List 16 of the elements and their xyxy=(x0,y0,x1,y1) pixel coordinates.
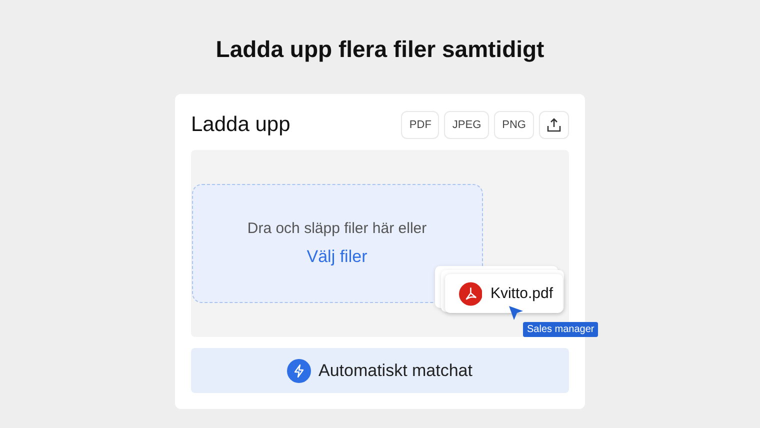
format-button[interactable]: PNG xyxy=(494,111,534,139)
upload-button[interactable] xyxy=(539,111,569,139)
format-button[interactable]: PDF xyxy=(401,111,440,139)
drop-zone[interactable]: Dra och släpp filer här eller Välj filer xyxy=(192,184,482,303)
page-heading: Ladda upp flera filer samtidigt xyxy=(216,35,544,64)
card-title: Ladda upp xyxy=(191,113,290,137)
drop-prompt: Dra och släpp filer här eller xyxy=(247,220,427,237)
file-name: Kvitto.pdf xyxy=(490,285,553,302)
choose-files-link[interactable]: Välj filer xyxy=(306,247,368,267)
cursor-label: Sales manager xyxy=(523,322,598,337)
upload-icon xyxy=(547,118,561,132)
format-button[interactable]: JPEG xyxy=(444,111,490,139)
lightning-icon xyxy=(287,358,312,382)
cursor-icon xyxy=(508,305,524,321)
status-label: Automatiskt matchat xyxy=(318,360,472,380)
pdf-icon xyxy=(459,280,482,306)
